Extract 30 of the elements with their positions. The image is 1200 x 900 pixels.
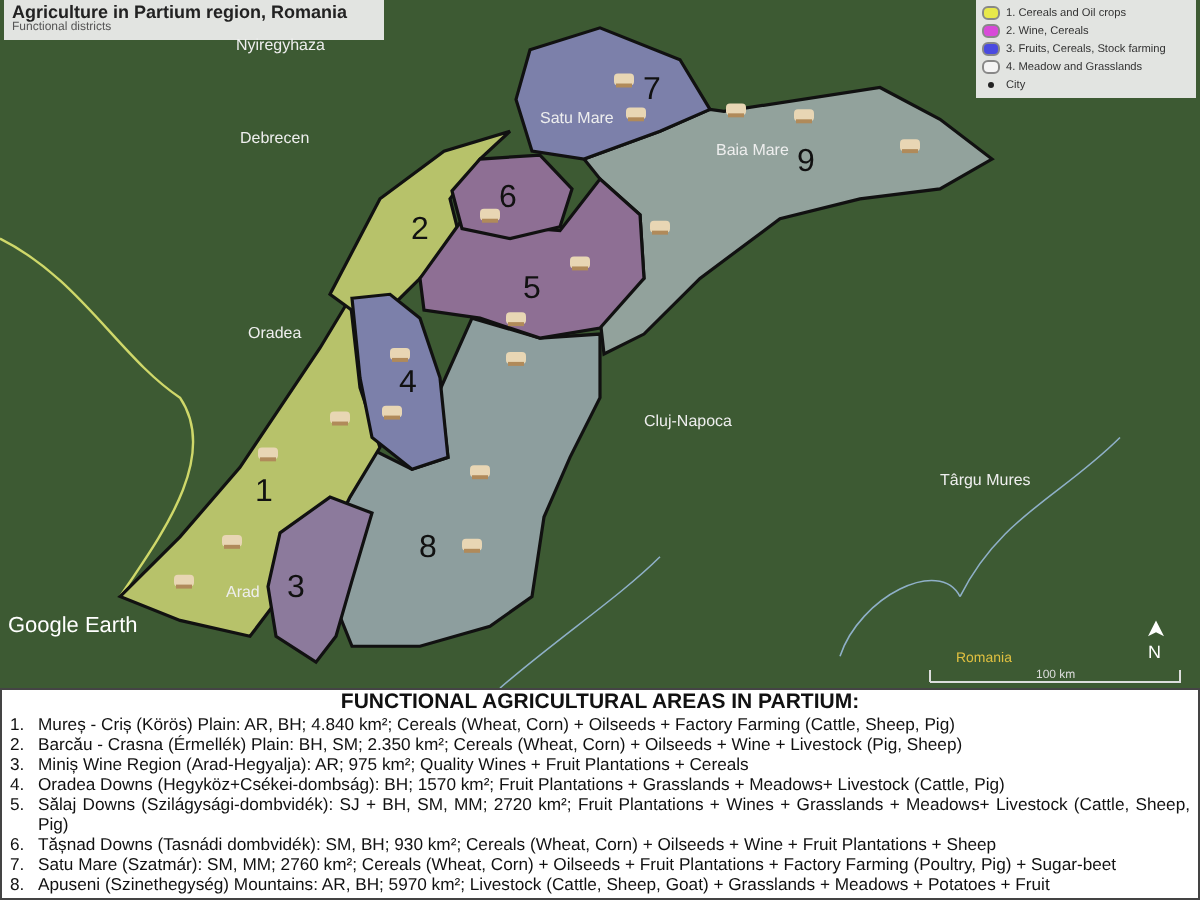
district-number: 2 <box>411 212 429 247</box>
area-description: Miniș Wine Region (Arad-Hegyalja): AR; 975 km²; Quality Wines + Fruit Plantations + Cereals <box>38 754 749 774</box>
district-number: 3 <box>287 570 305 605</box>
item-number: 1. <box>10 714 27 734</box>
north-label: N <box>1148 642 1161 663</box>
area-description: Apuseni (Szinethegység) Mountains: AR, BH; 5970 km²; Livestock (Cattle, Sheep, Goat) + Grasslands + Meadows + Potatoes + Fruit <box>38 874 1050 894</box>
district-number: 7 <box>643 73 661 108</box>
area-description: Oradea Downs (Hegyköz+Csékei-dombság): BH; 1570 km²; Fruit Plantations + Grasslands + Meadows+ Livestock (Cattle, Pig) <box>38 774 1005 794</box>
item-number: 8. <box>10 874 27 894</box>
item-number: 3. <box>10 754 27 774</box>
district-number: 1 <box>255 475 273 510</box>
item-number: 2. <box>10 734 27 754</box>
map-title: Agriculture in Partium region, Romania <box>12 2 350 22</box>
area-description: Satu Mare (Szatmár): SM, MM; 2760 km²; Cereals (Wheat, Corn) + Oilseeds + Fruit Plantations + Factory Farming (Poultry, Pig) + Sugar-beet <box>38 854 1117 874</box>
list-heading: FUNCTIONAL AGRICULTURAL AREAS IN PARTIUM: <box>338 690 862 714</box>
district-number: 4 <box>399 365 417 400</box>
area-description: Mureș - Criș (Körös) Plain: AR, BH; 4.840 km²; Cereals (Wheat, Corn) + Oilseeds + Factory Farming (Cattle, Sheep, Pig) <box>38 714 955 734</box>
item-number: 7. <box>10 854 27 874</box>
item-number: 5. <box>10 794 27 818</box>
google-earth-logo: Google Earth <box>8 614 138 639</box>
item-number: 6. <box>10 834 27 854</box>
item-number: 4. <box>10 774 27 794</box>
district-number: 8 <box>419 530 437 565</box>
north-arrow-icon <box>1148 620 1164 637</box>
area-description: Barcău - Crasna (Érmellék) Plain: BH, SM; 2.350 km²; Cereals (Wheat, Corn) + Oilseeds + Wine + Livestock (Pig, Sheep) <box>38 734 963 754</box>
area-description: Tășnad Downs (Tasnádi dombvidék): SM, BH; 930 km²; Cereals (Wheat, Corn) + Oilseeds + Wine + Fruit Plantations + Sheep <box>38 834 997 854</box>
district-number: 9 <box>797 145 815 179</box>
area-description: Sălaj Downs (Szilágysági-dombvidék): SJ + BH, SM, MM; 2720 km²; Fruit Plantations + Wines + Grasslands + Meadows+ Livestock (Cattle, Sheep, Pig) <box>38 794 1190 834</box>
district-number: 6 <box>499 180 517 215</box>
district-number: 5 <box>523 272 541 307</box>
